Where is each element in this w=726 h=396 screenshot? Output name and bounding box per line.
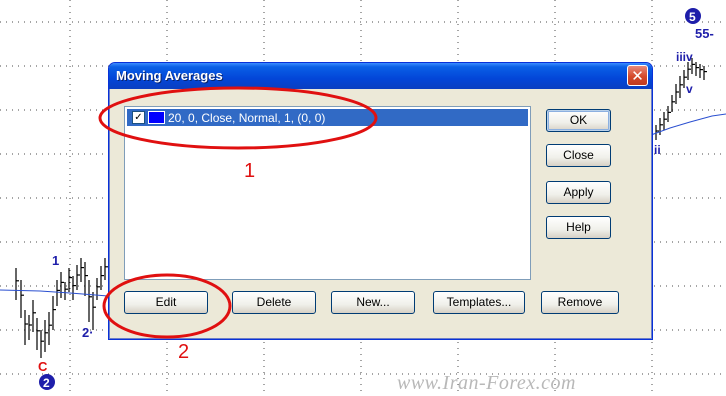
watermark: www.Iran-Forex.com [397, 372, 576, 394]
annotation-ellipse-1 [98, 86, 378, 150]
annotation-overlay [98, 86, 378, 339]
annotation-number-1: 1 [244, 160, 256, 182]
annotation-ellipse-2 [102, 273, 232, 339]
annotation-number-2: 2 [178, 341, 190, 363]
